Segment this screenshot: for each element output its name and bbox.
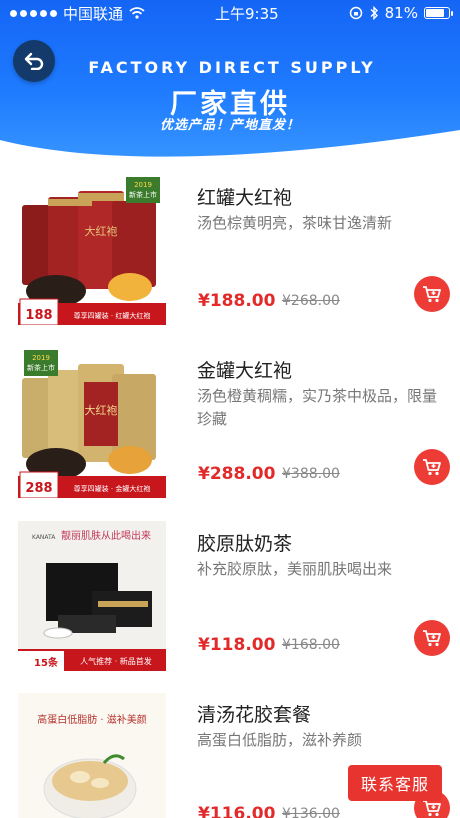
banner-title-en: FACTORY DIRECT SUPPLY <box>88 58 376 77</box>
badge-year: 2019 <box>32 354 50 362</box>
status-time: 上午9:35 <box>214 4 279 23</box>
cart-icon <box>423 459 441 476</box>
cart-icon <box>423 286 441 303</box>
badge-text: 新茶上市 <box>27 363 55 372</box>
product-price: ¥288.00 <box>198 464 276 484</box>
add-to-cart-button[interactable] <box>414 620 450 656</box>
price-tag: 288 <box>25 481 52 496</box>
product-image[interactable]: 高蛋白低脂肪 · 滋补美颜 <box>18 693 166 818</box>
product-price: ¥188.00 <box>198 291 276 311</box>
battery-icon <box>423 7 453 19</box>
cart-icon <box>423 800 441 817</box>
thumb-headline: 靓丽肌肤从此喝出来 <box>61 529 151 542</box>
price-tag: 188 <box>25 308 52 323</box>
product-description: 高蛋白低脂肪，滋补养颜 <box>197 731 363 749</box>
rotation-lock-icon <box>349 6 362 20</box>
product-description: 汤色橙黄稠糯，实乃茶中极品，限量珍藏 <box>197 387 438 428</box>
product-price: ¥116.00 <box>198 804 276 818</box>
banner-subtitle: 优选产品！产地直发！ <box>159 118 300 133</box>
product-original-price: ¥268.00 <box>282 293 340 309</box>
product-price: ¥118.00 <box>198 635 276 655</box>
product-title[interactable]: 金罐大红袍 <box>197 356 292 383</box>
thumb-bar-text: 尊享四罐装 · 金罐大红袍 <box>74 484 151 493</box>
svg-text:大红袍: 大红袍 <box>85 224 118 238</box>
product-item[interactable]: 大红袍 2019 新茶上市 288 尊享四罐装 · 金罐大红袍 金罐大红袍 汤色… <box>0 345 460 515</box>
product-image[interactable]: KANATA 靓丽肌肤从此喝出来 15条 人气推荐 · 新品首发 <box>18 521 166 671</box>
product-title[interactable]: 胶原肽奶茶 <box>197 529 292 556</box>
signal-icon <box>10 9 57 17</box>
battery-percent: 81% <box>384 4 418 22</box>
product-item[interactable]: 大红袍 2019 新茶上市 188 尊享四罐装 · 红罐大红袍 红罐大红袍 汤色… <box>0 170 460 340</box>
wifi-icon <box>129 7 145 19</box>
svg-text:大红袍: 大红袍 <box>85 403 118 417</box>
header-banner: 中国联通 上午9:35 81% FACTORY DIRECT SUPPLY 厂家… <box>0 0 460 170</box>
add-to-cart-button[interactable] <box>414 276 450 312</box>
bluetooth-icon <box>370 6 378 20</box>
thumb-bar-text: 人气推荐 · 新品首发 <box>80 656 152 666</box>
product-title[interactable]: 清汤花胶套餐 <box>197 700 311 727</box>
thumb-brand: KANATA <box>32 534 56 541</box>
back-button[interactable] <box>13 40 55 82</box>
product-description: 补充胶原肽，美丽肌肤喝出来 <box>197 560 393 578</box>
badge-text: 新茶上市 <box>129 190 157 199</box>
product-item[interactable]: KANATA 靓丽肌肤从此喝出来 15条 人气推荐 · 新品首发 胶原肽奶茶 补… <box>0 518 460 688</box>
add-to-cart-button[interactable] <box>414 449 450 485</box>
status-bar: 中国联通 上午9:35 81% <box>0 0 460 26</box>
product-image[interactable]: 大红袍 2019 新茶上市 188 尊享四罐装 · 红罐大红袍 <box>18 175 166 325</box>
thumb-bar-text: 尊享四罐装 · 红罐大红袍 <box>74 311 151 320</box>
product-image[interactable]: 大红袍 2019 新茶上市 288 尊享四罐装 · 金罐大红袍 <box>18 348 166 498</box>
product-original-price: ¥136.00 <box>282 806 340 818</box>
back-arrow-icon <box>24 52 44 70</box>
badge-year: 2019 <box>134 181 152 189</box>
product-original-price: ¥388.00 <box>282 466 340 482</box>
cart-icon <box>423 630 441 647</box>
thumb-headline: 高蛋白低脂肪 · 滋补美颜 <box>37 713 147 726</box>
carrier-label: 中国联通 <box>63 4 124 23</box>
customer-service-button[interactable]: 联系客服 <box>348 765 442 801</box>
product-title[interactable]: 红罐大红袍 <box>197 183 292 210</box>
price-tag: 15条 <box>34 656 59 669</box>
product-original-price: ¥168.00 <box>282 637 340 653</box>
product-description: 汤色棕黄明亮，茶味甘逸清新 <box>197 214 393 232</box>
